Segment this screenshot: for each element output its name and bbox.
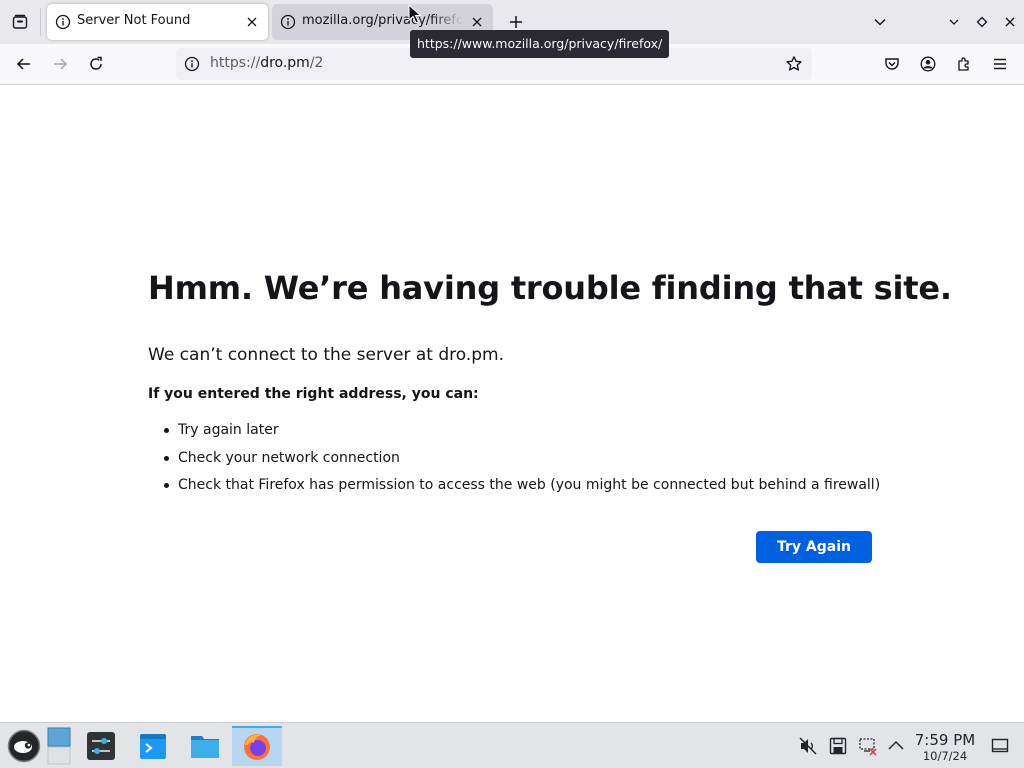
tray-expand-icon[interactable] <box>885 735 907 757</box>
tab-tooltip: https://www.mozilla.org/privacy/firefox/ <box>410 30 670 58</box>
info-icon <box>280 14 296 30</box>
pocket-icon <box>885 58 899 70</box>
error-title: Hmm. We’re having trouble finding that s… <box>148 269 952 307</box>
arrow-left-icon <box>16 58 30 70</box>
hamburger-menu-icon <box>994 58 1006 70</box>
info-icon <box>55 14 71 30</box>
close-window-button[interactable] <box>996 8 1024 36</box>
url-scheme: https:// <box>210 55 261 71</box>
network-disconnected-icon[interactable] <box>857 735 879 757</box>
firefox-view-icon <box>12 14 28 29</box>
bookmark-star-icon[interactable] <box>784 54 804 74</box>
tab-title: Server Not Found <box>77 13 191 28</box>
url-path: /2 <box>309 55 324 71</box>
url-text[interactable]: https://dro.pm/2 <box>210 55 323 71</box>
app-menu-button[interactable] <box>986 50 1014 78</box>
forward-button[interactable] <box>46 50 74 78</box>
file-manager-button[interactable] <box>185 726 225 766</box>
try-again-button[interactable]: Try Again <box>756 531 872 563</box>
error-description: We can’t connect to the server at dro.pm… <box>148 345 505 365</box>
konsole-button[interactable] <box>133 726 173 766</box>
taskbar: 7:59 PM 10/7/24 <box>0 722 1024 768</box>
close-tab-icon[interactable] <box>469 14 485 30</box>
reload-icon <box>90 56 102 70</box>
extensions-button[interactable] <box>950 50 978 78</box>
minimize-icon <box>949 19 959 25</box>
desktop-icon <box>991 738 1009 753</box>
list-item: Check your network connection <box>163 448 880 476</box>
save-icon[interactable] <box>827 735 849 757</box>
site-info-icon[interactable] <box>184 56 200 72</box>
suggestion-list: Try again later Check your network conne… <box>163 420 880 503</box>
tab-title: mozilla.org/privacy/firefox/ <box>302 13 463 28</box>
maximize-button[interactable] <box>968 8 996 36</box>
plus-icon <box>510 16 522 28</box>
opensuse-logo-icon <box>7 729 41 763</box>
close-icon <box>1005 17 1015 27</box>
terminal-icon <box>140 734 166 759</box>
arrow-right-icon <box>54 58 68 70</box>
reload-button[interactable] <box>82 50 110 78</box>
error-subtitle: If you entered the right address, you ca… <box>148 386 479 402</box>
pager-icon <box>47 727 71 765</box>
list-all-tabs-button[interactable] <box>866 8 894 36</box>
virtual-desktop-pager[interactable] <box>44 726 74 766</box>
maximize-icon <box>976 16 988 28</box>
tab-separator <box>40 8 41 36</box>
pocket-button[interactable] <box>878 50 906 78</box>
firefox-view-button[interactable] <box>6 8 34 36</box>
clock-date[interactable]: 10/7/24 <box>912 749 978 763</box>
show-desktop-button[interactable] <box>989 735 1011 757</box>
account-icon <box>920 56 936 72</box>
url-host: dro.pm <box>260 55 310 71</box>
minimize-button[interactable] <box>940 8 968 36</box>
close-tab-icon[interactable] <box>244 14 260 30</box>
list-item: Check that Firefox has permission to acc… <box>163 475 880 503</box>
back-button[interactable] <box>10 50 38 78</box>
audio-muted-icon[interactable] <box>797 735 819 757</box>
clock-time[interactable]: 7:59 PM <box>912 731 978 749</box>
tab-server-not-found[interactable]: Server Not Found <box>47 4 268 40</box>
folder-icon <box>191 736 219 758</box>
application-launcher-button[interactable] <box>4 726 44 766</box>
error-page: Hmm. We’re having trouble finding that s… <box>0 85 1024 722</box>
puzzle-icon <box>958 57 969 71</box>
list-item: Try again later <box>163 420 880 448</box>
firefox-icon <box>244 734 270 760</box>
settings-sliders-icon <box>87 732 115 760</box>
system-settings-button[interactable] <box>81 726 121 766</box>
chevron-down-icon <box>874 18 886 26</box>
account-button[interactable] <box>914 50 942 78</box>
mouse-cursor-icon <box>408 4 422 24</box>
firefox-taskbar-button[interactable] <box>232 726 282 766</box>
